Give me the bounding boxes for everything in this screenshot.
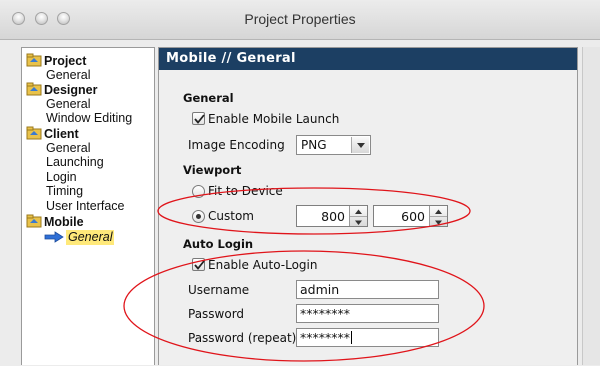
tree-group-client[interactable]: Client	[26, 126, 79, 141]
enable-auto-login-label: Enable Auto-Login	[208, 258, 318, 272]
tree-item-login[interactable]: Login	[46, 170, 77, 185]
tree-group-label: Mobile	[44, 215, 84, 229]
folder-icon	[26, 126, 42, 140]
tree-group-label: Project	[44, 54, 87, 68]
tree-group-mobile[interactable]: Mobile	[26, 214, 84, 229]
image-encoding-label: Image Encoding	[188, 138, 285, 152]
tree-group-label: Designer	[44, 83, 98, 97]
decrement-arrow-icon[interactable]	[430, 216, 447, 226]
tree-item-designer-general[interactable]: General	[46, 97, 90, 112]
selected-arrow-icon	[44, 231, 64, 246]
fit-to-device-radio[interactable]	[192, 185, 205, 198]
username-input[interactable]: admin	[296, 280, 439, 299]
settings-tree: Project General Designer General Window …	[21, 47, 155, 365]
panel-header: Mobile // General	[159, 48, 577, 70]
image-encoding-value: PNG	[301, 138, 327, 152]
section-title-general: General	[183, 91, 234, 105]
viewport-height-value: 600	[401, 209, 425, 224]
enable-auto-login-checkbox[interactable]	[192, 258, 205, 271]
folder-icon	[26, 214, 42, 228]
viewport-height-spinner[interactable]: 600	[373, 205, 448, 227]
tree-item-user-interface[interactable]: User Interface	[46, 199, 125, 214]
password-repeat-value: ********	[300, 330, 350, 345]
viewport-width-spinner[interactable]: 800	[296, 205, 368, 227]
tree-item-client-general[interactable]: General	[46, 141, 90, 156]
window-edge	[582, 47, 600, 365]
radio-selected-dot	[196, 214, 201, 219]
image-encoding-select[interactable]: PNG	[296, 135, 371, 155]
folder-icon	[26, 82, 42, 96]
tree-item-project-general[interactable]: General	[46, 68, 90, 83]
section-title-auto-login: Auto Login	[183, 237, 254, 251]
spinner-arrows[interactable]	[429, 206, 447, 226]
custom-radio[interactable]	[192, 210, 205, 223]
folder-icon	[26, 53, 42, 67]
enable-mobile-launch-label: Enable Mobile Launch	[208, 112, 340, 126]
increment-arrow-icon[interactable]	[430, 206, 447, 216]
tree-group-label: Client	[44, 127, 79, 141]
fit-to-device-label: Fit to Device	[208, 184, 283, 198]
password-input[interactable]: ********	[296, 304, 439, 323]
tree-item-window-editing[interactable]: Window Editing	[46, 111, 132, 126]
tree-item-launching[interactable]: Launching	[46, 155, 104, 170]
tree-item-mobile-general[interactable]: General	[66, 230, 115, 245]
text-caret	[351, 331, 352, 344]
password-label: Password	[188, 307, 245, 321]
tree-group-designer[interactable]: Designer	[26, 82, 98, 97]
checkmark-icon	[194, 114, 205, 124]
spinner-arrows[interactable]	[349, 206, 367, 226]
dropdown-button[interactable]	[351, 137, 369, 153]
checkmark-icon	[194, 260, 205, 270]
section-title-viewport: Viewport	[183, 163, 242, 177]
title-bar: Project Properties	[0, 0, 600, 40]
username-label: Username	[188, 283, 250, 297]
viewport-width-value: 800	[321, 209, 345, 224]
tree-item-timing[interactable]: Timing	[46, 184, 83, 199]
custom-label: Custom	[208, 209, 254, 223]
tree-group-project[interactable]: Project	[26, 53, 86, 68]
password-repeat-input[interactable]: ********	[296, 328, 439, 347]
chevron-down-icon	[357, 143, 365, 148]
window-title: Project Properties	[244, 11, 356, 27]
decrement-arrow-icon[interactable]	[350, 216, 367, 226]
enable-mobile-launch-checkbox[interactable]	[192, 112, 205, 125]
increment-arrow-icon[interactable]	[350, 206, 367, 216]
password-repeat-label: Password (repeat)	[188, 331, 297, 345]
